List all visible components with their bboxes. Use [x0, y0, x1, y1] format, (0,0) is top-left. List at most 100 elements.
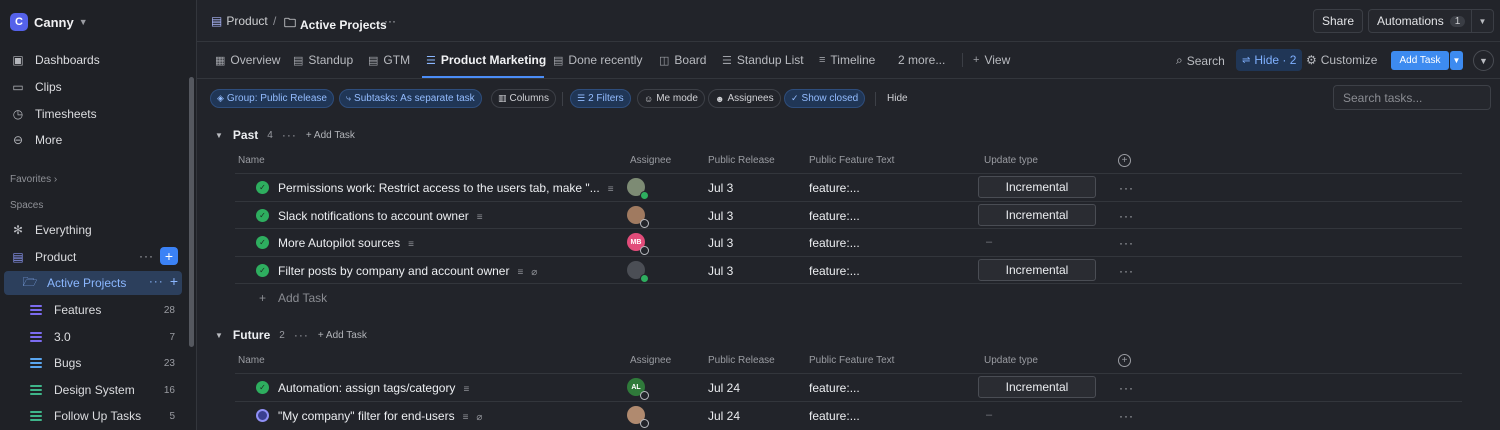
update-type-dropdown[interactable]: Incremental [978, 376, 1096, 398]
space-product[interactable]: ▤ Product ··· + [10, 245, 182, 269]
public-release-value[interactable]: Jul 24 [708, 381, 740, 395]
status-in-progress-icon[interactable] [256, 409, 269, 422]
list-item-follow-up-tasks[interactable]: Follow Up Tasks 5 [30, 406, 175, 426]
list-item-features[interactable]: Features 28 [30, 300, 175, 320]
avatar[interactable] [627, 178, 649, 200]
avatar[interactable]: AL [627, 378, 649, 400]
status-done-icon[interactable]: ✓ [256, 381, 269, 394]
search-tasks-input[interactable]: Search tasks... [1333, 85, 1491, 110]
public-release-value[interactable]: Jul 3 [708, 236, 733, 250]
avatar[interactable] [627, 406, 649, 428]
column-header-name[interactable]: Name [238, 155, 265, 166]
workspace-switcher[interactable]: C Canny ▼ [10, 12, 88, 32]
tab-standup[interactable]: ▤ Standup [293, 53, 353, 67]
list-item-bugs[interactable]: Bugs 23 [30, 353, 175, 373]
sidebar-scrollbar[interactable] [189, 77, 194, 347]
show-closed-chip[interactable]: ✓ Show closed [784, 89, 866, 108]
public-release-value[interactable]: Jul 3 [708, 209, 733, 223]
table-row[interactable]: ✓ More Autopilot sources ≡ MB Jul 3 featu… [235, 228, 1462, 256]
more-dots-icon[interactable]: ··· [139, 249, 154, 263]
status-done-icon[interactable]: ✓ [256, 181, 269, 194]
status-done-icon[interactable]: ✓ [256, 264, 269, 277]
me-mode-chip[interactable]: ☺ Me mode [637, 89, 705, 108]
column-header-assignee[interactable]: Assignee [630, 355, 671, 366]
add-task-button[interactable]: Add Task [1391, 51, 1449, 70]
column-header-name[interactable]: Name [238, 355, 265, 366]
table-row[interactable]: ✓ Slack notifications to account owner ≡ … [235, 201, 1462, 229]
filters-chip[interactable]: ☰ 2 Filters [570, 89, 631, 108]
chevron-down-icon[interactable]: ▼ [1473, 50, 1494, 71]
status-done-icon[interactable]: ✓ [256, 236, 269, 249]
tab-gtm[interactable]: ▤ GTM [368, 53, 410, 67]
chevron-down-icon[interactable]: ▼ [1471, 10, 1493, 32]
group-header-past[interactable]: ▼ Past 4 ··· + Add Task [215, 127, 355, 143]
tab-done-recently[interactable]: ▤ Done recently [553, 53, 642, 67]
column-header-feature-text[interactable]: Public Feature Text [809, 155, 894, 166]
tab-more[interactable]: 2 more... [898, 53, 945, 67]
breadcrumb-more-button[interactable]: ··· [384, 14, 396, 28]
row-more-dots-icon[interactable]: ··· [1119, 209, 1134, 223]
column-header-public-release[interactable]: Public Release [708, 155, 775, 166]
group-add-task-button[interactable]: + Add Task [318, 330, 367, 341]
breadcrumb-folder[interactable]: 🗀 Active Projects [284, 14, 387, 35]
update-type-dropdown[interactable]: Incremental [978, 259, 1096, 281]
update-type-dropdown[interactable]: Incremental [978, 176, 1096, 198]
public-release-value[interactable]: Jul 3 [708, 181, 733, 195]
more-dots-icon[interactable]: ··· [282, 128, 297, 142]
more-dots-icon[interactable]: ··· [149, 274, 164, 288]
tab-board[interactable]: ◫ Board [659, 53, 706, 67]
column-header-feature-text[interactable]: Public Feature Text [809, 355, 894, 366]
group-header-future[interactable]: ▼ Future 2 ··· + Add Task [215, 327, 367, 343]
folder-active-projects[interactable]: 🗁 Active Projects ··· + [4, 271, 182, 295]
share-button[interactable]: Share [1313, 9, 1364, 33]
space-everything[interactable]: ✻ Everything [10, 218, 182, 242]
add-task-row[interactable]: + Add Task [235, 283, 1462, 311]
automations-button[interactable]: Automations 1 ▼ [1368, 9, 1494, 33]
tab-timeline[interactable]: ≡ Timeline [819, 53, 875, 67]
more-dots-icon[interactable]: ··· [294, 328, 309, 342]
feature-text-value[interactable]: feature:... [809, 209, 860, 223]
column-header-update-type[interactable]: Update type [984, 355, 1038, 366]
columns-chip[interactable]: ▥ Columns [491, 89, 556, 108]
column-header-assignee[interactable]: Assignee [630, 155, 671, 166]
tab-overview[interactable]: ▦ Overview [215, 53, 280, 67]
feature-text-value[interactable]: feature:... [809, 181, 860, 195]
column-header-update-type[interactable]: Update type [984, 155, 1038, 166]
favorites-section[interactable]: Favorites › [10, 174, 57, 185]
task-name[interactable]: Automation: assign tags/category ≡ [278, 381, 469, 395]
task-name[interactable]: Permissions work: Restrict access to the… [278, 181, 614, 195]
nav-clips[interactable]: ▭ Clips [10, 76, 61, 98]
caret-down-icon[interactable]: ▼ [215, 331, 223, 340]
status-done-icon[interactable]: ✓ [256, 209, 269, 222]
public-release-value[interactable]: Jul 3 [708, 264, 733, 278]
group-add-task-button[interactable]: + Add Task [306, 130, 355, 141]
table-row[interactable]: ✓ Automation: assign tags/category ≡ AL J… [235, 373, 1462, 401]
feature-text-value[interactable]: feature:... [809, 409, 860, 423]
column-header-public-release[interactable]: Public Release [708, 355, 775, 366]
table-row[interactable]: ✓ Filter posts by company and account ow… [235, 256, 1462, 284]
row-more-dots-icon[interactable]: ··· [1119, 264, 1134, 278]
add-view-button[interactable]: + View [962, 53, 1010, 67]
table-row[interactable]: ✓ Permissions work: Restrict access to t… [235, 173, 1462, 201]
row-more-dots-icon[interactable]: ··· [1119, 409, 1134, 423]
tab-product-marketing[interactable]: ☰ Product Marketing [426, 53, 546, 67]
list-item-3-0[interactable]: 3.0 7 [30, 327, 175, 347]
hide-chip[interactable]: Hide [881, 89, 914, 108]
breadcrumb-space[interactable]: ▤ Product [211, 14, 268, 28]
assignees-chip[interactable]: ☻ Assignees [708, 89, 781, 108]
subtasks-chip[interactable]: ⤷ Subtasks: As separate task [339, 89, 482, 108]
list-item-design-system[interactable]: Design System 16 [30, 380, 175, 400]
add-plus-icon[interactable]: + [160, 247, 178, 265]
avatar[interactable] [627, 206, 649, 228]
update-type-empty[interactable]: – [986, 236, 992, 248]
feature-text-value[interactable]: feature:... [809, 264, 860, 278]
feature-text-value[interactable]: feature:... [809, 236, 860, 250]
task-name[interactable]: Filter posts by company and account owne… [278, 264, 537, 278]
hide-columns-button[interactable]: ⇌ Hide · 2 [1236, 49, 1303, 71]
task-name[interactable]: Slack notifications to account owner ≡ [278, 209, 483, 223]
task-name[interactable]: "My company" filter for end-users ≡ ⌀ [278, 409, 482, 423]
feature-text-value[interactable]: feature:... [809, 381, 860, 395]
update-type-dropdown[interactable]: Incremental [978, 204, 1096, 226]
table-row[interactable]: "My company" filter for end-users ≡ ⌀ Jul … [235, 401, 1462, 429]
tab-standup-list[interactable]: ☰ Standup List [722, 53, 804, 67]
